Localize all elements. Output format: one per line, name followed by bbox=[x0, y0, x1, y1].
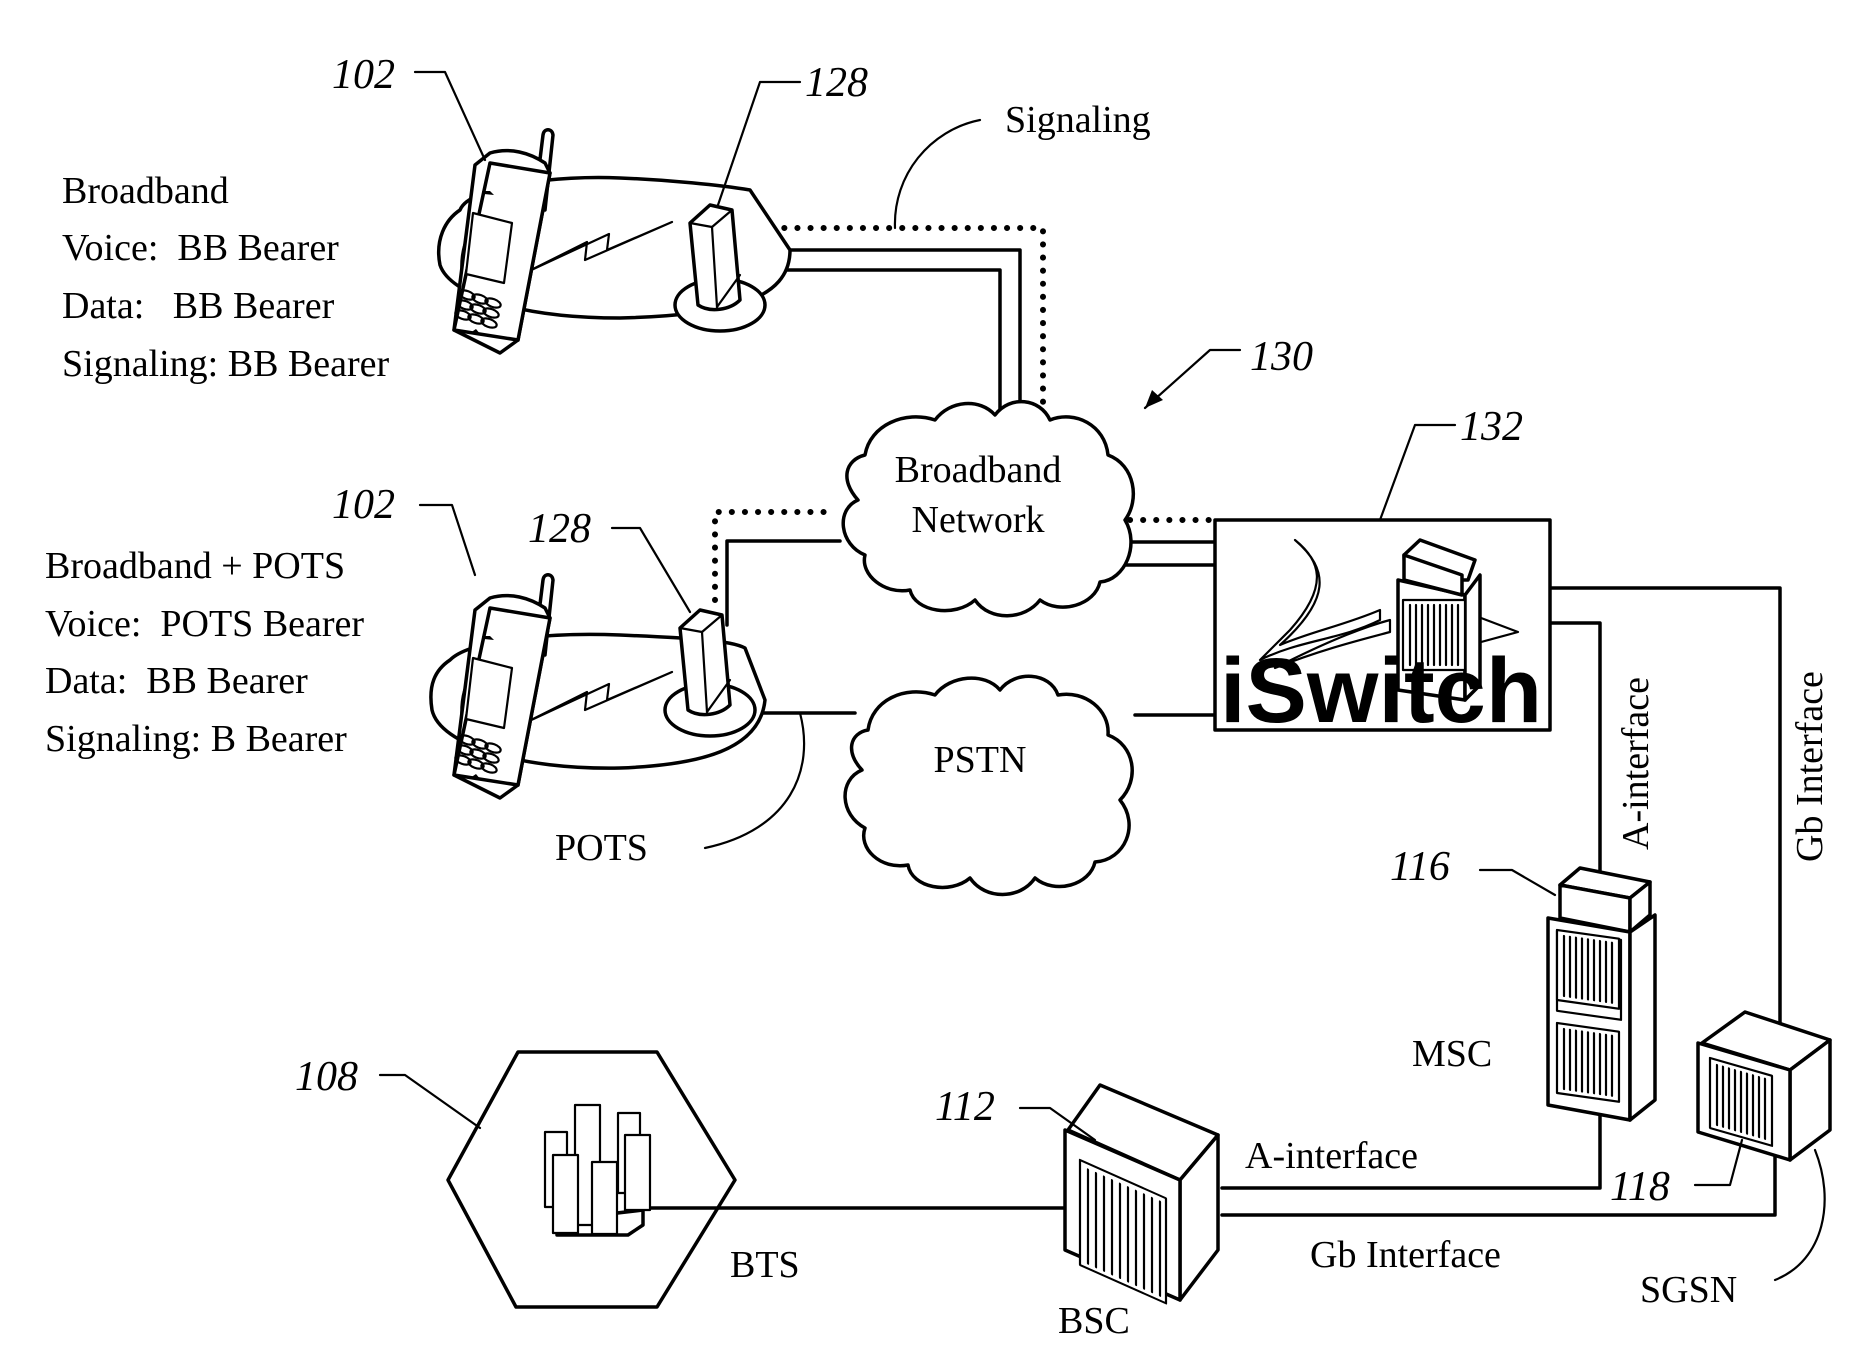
msc-server-rack-icon bbox=[1546, 866, 1657, 1122]
iswitch-node: iSwitch bbox=[1213, 518, 1552, 742]
ref-118-leader bbox=[1693, 1138, 1744, 1187]
ref-118: 118 bbox=[1610, 1164, 1670, 1210]
msc-label: MSC bbox=[1412, 1033, 1492, 1075]
ref-128-bottom: 128 bbox=[528, 506, 591, 552]
gb-interface-horizontal-label: Gb Interface bbox=[1310, 1234, 1501, 1276]
bottom-client-line-2: Voice: POTS Bearer bbox=[45, 603, 364, 645]
ref-102-top: 102 bbox=[332, 52, 395, 98]
bottom-client-description: Broadband + POTS Voice: POTS Bearer Data… bbox=[45, 545, 364, 760]
ref-130-arrowhead bbox=[1145, 390, 1163, 408]
ref-116-leader bbox=[1478, 868, 1557, 897]
top-client-description: Broadband Voice: BB Bearer Data: BB Bear… bbox=[62, 170, 390, 385]
top-client-line-4: Signaling: BB Bearer bbox=[62, 343, 390, 385]
signaling-label: Signaling bbox=[1005, 99, 1151, 141]
bottom-bearer-link bbox=[725, 539, 842, 627]
ref-102-top-leader bbox=[413, 70, 487, 162]
iswitch-msc-a-interface bbox=[1548, 621, 1602, 887]
bottom-client-line-3: Data: BB Bearer bbox=[45, 660, 308, 702]
ref-128-top: 128 bbox=[805, 60, 868, 106]
pstn-label: PSTN bbox=[934, 739, 1027, 781]
top-mobile-phone-icon bbox=[452, 128, 555, 355]
bottom-client-line-4: Signaling: B Bearer bbox=[45, 718, 347, 760]
bottom-signaling-link bbox=[712, 509, 833, 603]
ref-108: 108 bbox=[295, 1054, 358, 1100]
ref-130: 130 bbox=[1250, 334, 1313, 380]
ref-128-bottom-leader bbox=[610, 526, 692, 614]
sgsn-label: SGSN bbox=[1640, 1269, 1737, 1311]
network-diagram: iSwitch 102 128 130 132 102 128 116 118 … bbox=[45, 52, 1832, 1342]
bottom-client-line-1: Broadband + POTS bbox=[45, 545, 345, 587]
ref-112: 112 bbox=[935, 1084, 995, 1130]
bsc-server-rack-icon bbox=[1063, 1083, 1220, 1305]
top-client-line-1: Broadband bbox=[62, 170, 229, 212]
sgsn-server-rack-icon bbox=[1696, 1010, 1832, 1162]
bts-city-buildings-icon bbox=[543, 1103, 652, 1237]
ref-102-bottom-leader bbox=[418, 503, 477, 577]
a-interface-vertical-label: A-interface bbox=[1615, 677, 1657, 850]
ref-102-bottom: 102 bbox=[332, 482, 395, 528]
ref-116: 116 bbox=[1390, 844, 1450, 890]
ref-108-leader bbox=[378, 1073, 482, 1130]
ref-132: 132 bbox=[1460, 404, 1523, 450]
sgsn-leader bbox=[1773, 1148, 1826, 1282]
pots-label: POTS bbox=[555, 827, 648, 869]
bts-label: BTS bbox=[730, 1244, 800, 1286]
pstn-cloud-icon bbox=[843, 674, 1134, 897]
gb-interface-vertical-label: Gb Interface bbox=[1789, 671, 1831, 862]
signaling-leader bbox=[893, 118, 982, 230]
top-client-line-2: Voice: BB Bearer bbox=[62, 227, 339, 269]
broadband-network-label-line-1: Broadband bbox=[895, 449, 1062, 491]
bsc-label: BSC bbox=[1058, 1300, 1130, 1342]
a-interface-horizontal-label: A-interface bbox=[1245, 1135, 1418, 1177]
broadband-network-label-line-2: Network bbox=[912, 499, 1045, 541]
iswitch-logo-text: iSwitch bbox=[1220, 640, 1542, 742]
ref-132-leader bbox=[1378, 423, 1457, 522]
top-client-line-3: Data: BB Bearer bbox=[62, 285, 335, 327]
